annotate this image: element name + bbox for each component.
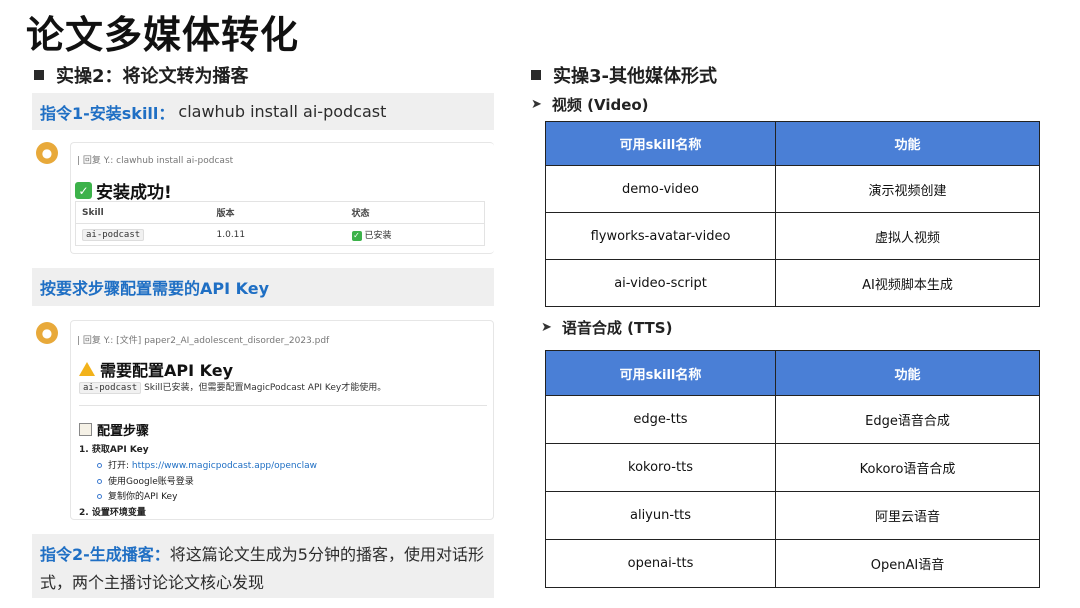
bot-avatar-icon: ● — [36, 322, 58, 344]
skill-func-cell: OpenAI语音 — [775, 539, 1040, 588]
step-1-sub-2: 使用Google账号登录 — [97, 474, 194, 487]
step-1: 1. 获取API Key — [79, 445, 149, 455]
bot-avatar-icon: ● — [36, 142, 58, 164]
check-icon: ✓ — [75, 182, 92, 199]
install-result-card: | 回复 Y.: clawhub install ai-podcast ✓ 安装… — [70, 142, 494, 254]
skill-version: 1.0.11 — [210, 223, 346, 246]
video-skills-table: 可用skill名称 功能 demo-video 演示视频创建 flyworks-… — [545, 121, 1040, 307]
bullet-icon — [97, 463, 102, 468]
square-bullet-icon — [34, 70, 44, 80]
section-heading-other-media: 实操3-其他媒体形式 — [531, 62, 717, 88]
video-subheading: ➤ 视频 (Video) — [531, 94, 649, 115]
section-heading-text: 实操2：将论文转为播客 — [56, 66, 249, 87]
skill-func-cell: 演示视频创建 — [775, 165, 1040, 213]
section-heading-podcast: 实操2：将论文转为播客 — [34, 62, 249, 88]
bullet-icon — [97, 494, 102, 499]
skill-name-cell: aliyun-tts — [545, 491, 776, 540]
table-row: ai-video-script AI视频脚本生成 — [545, 259, 1040, 307]
command-label: 指令1-安装skill： — [40, 103, 175, 123]
command-band-1: 指令1-安装skill： clawhub install ai-podcast — [32, 93, 494, 130]
api-warning-text: 需要配置API Key — [100, 361, 234, 380]
skill-func-cell: 虚拟人视频 — [775, 212, 1040, 260]
tts-skills-table: 可用skill名称 功能 edge-tts Edge语音合成 kokoro-tt… — [545, 350, 1040, 588]
skill-status-text: 已安装 — [364, 231, 392, 241]
skill-func-cell: 阿里云语音 — [775, 491, 1040, 540]
skill-name-cell: kokoro-tts — [545, 443, 776, 492]
command-label: 指令2-生成播客： — [40, 545, 170, 564]
clipboard-icon — [79, 423, 92, 436]
command-text: clawhub install ai-podcast — [178, 102, 387, 121]
config-steps-text: 配置步骤 — [97, 424, 150, 439]
skill-name-cell: edge-tts — [545, 395, 776, 444]
skill-code: ai-podcast — [82, 228, 145, 241]
install-table-header: Skill — [75, 201, 211, 224]
api-key-card: | 回复 Y.: [文件] paper2_AI_adolescent_disor… — [70, 320, 494, 520]
divider — [79, 405, 487, 406]
square-bullet-icon — [531, 70, 541, 80]
command-band-2: 按要求步骤配置需要的API Key — [32, 268, 494, 306]
video-subheading-text: 视频 (Video) — [551, 96, 649, 114]
check-icon: ✓ — [351, 230, 362, 241]
skill-status: ✓ 已安装 — [345, 223, 485, 246]
table-header: 功能 — [775, 350, 1040, 396]
install-success-text: 安装成功! — [96, 183, 172, 203]
warning-icon — [79, 362, 95, 376]
step-2: 2. 设置环境变量 — [79, 508, 146, 518]
skill-func-cell: Kokoro语音合成 — [775, 443, 1040, 492]
arrow-bullet-icon: ➤ — [531, 97, 542, 112]
install-table: Skill 版本 状态 ai-podcast 1.0.11 ✓ 已安装 — [75, 201, 485, 246]
api-warning-desc-text: Skill已安装，但需要配置MagicPodcast API Key才能使用。 — [144, 383, 387, 393]
table-row: demo-video 演示视频创建 — [545, 165, 1040, 213]
skill-func-cell: AI视频脚本生成 — [775, 259, 1040, 307]
table-header: 可用skill名称 — [545, 121, 776, 166]
skill-name-cell: openai-tts — [545, 539, 776, 588]
reply-quote: | 回复 Y.: clawhub install ai-podcast — [77, 156, 234, 166]
step-sub-text: 使用Google账号登录 — [108, 477, 194, 487]
magicpodcast-link[interactable]: https://www.magicpodcast.app/openclaw — [132, 461, 317, 471]
table-header: 功能 — [775, 121, 1040, 166]
step-1-sub-1: 打开: https://www.magicpodcast.app/opencla… — [97, 458, 317, 471]
table-row: aliyun-tts 阿里云语音 — [545, 491, 1040, 540]
table-header: 可用skill名称 — [545, 350, 776, 396]
api-warning-title: 需要配置API Key — [79, 357, 233, 381]
step-sub-text: 打开: — [108, 461, 132, 471]
command-band-3: 指令2-生成播客：将这篇论文生成为5分钟的播客，使用对话形式，两个主播讨论论文核… — [32, 534, 494, 598]
skill-name-cell: demo-video — [545, 165, 776, 213]
install-table-header: 状态 — [345, 201, 485, 224]
reply-quote: | 回复 Y.: [文件] paper2_AI_adolescent_disor… — [77, 336, 330, 346]
table-row: kokoro-tts Kokoro语音合成 — [545, 443, 1040, 492]
tts-subheading-text: 语音合成 (TTS) — [561, 319, 673, 337]
arrow-bullet-icon: ➤ — [541, 320, 552, 335]
table-row: flyworks-avatar-video 虚拟人视频 — [545, 212, 1040, 260]
config-steps-title: 配置步骤 — [79, 420, 149, 439]
step-1-sub-3: 复制你的API Key — [97, 489, 177, 502]
page-title: 论文多媒体转化 — [26, 13, 300, 57]
section-heading-text: 实操3-其他媒体形式 — [553, 66, 717, 87]
table-row: edge-tts Edge语音合成 — [545, 395, 1040, 444]
skill-name-cell: flyworks-avatar-video — [545, 212, 776, 260]
table-row: openai-tts OpenAI语音 — [545, 539, 1040, 588]
api-warning-desc: ai-podcast Skill已安装，但需要配置MagicPodcast AP… — [79, 380, 387, 394]
install-table-header: 版本 — [210, 201, 346, 224]
skill-name-cell: ai-video-script — [545, 259, 776, 307]
bullet-icon — [97, 479, 102, 484]
tts-subheading: ➤ 语音合成 (TTS) — [541, 317, 672, 338]
install-success-title: ✓ 安装成功! — [75, 178, 172, 203]
skill-func-cell: Edge语音合成 — [775, 395, 1040, 444]
step-sub-text: 复制你的API Key — [108, 492, 178, 502]
skill-code: ai-podcast — [79, 382, 142, 394]
